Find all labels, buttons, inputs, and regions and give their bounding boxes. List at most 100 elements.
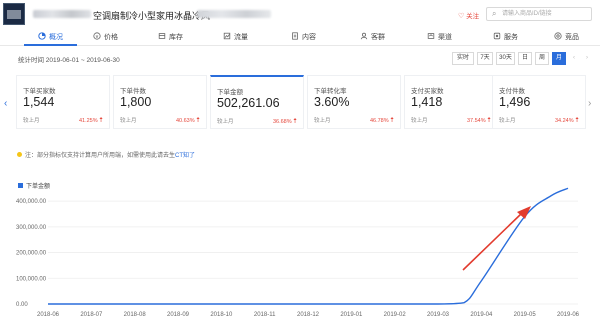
period-month-button[interactable]: 月: [552, 52, 566, 65]
metric-card-selected[interactable]: 下单金额 502,261.06 较上月 36.68% 🠅: [210, 75, 304, 129]
search-box[interactable]: ⌕: [486, 7, 592, 21]
chart-icon: [38, 32, 46, 40]
product-thumbnail[interactable]: [3, 3, 25, 25]
metric-change-value: 37.54%: [466, 118, 486, 124]
metric-value: 1,418: [411, 95, 443, 109]
metric-label: 支付件数: [499, 88, 525, 95]
heart-icon: ♡: [458, 13, 465, 20]
tab-channel[interactable]: 渠道: [427, 32, 452, 46]
tag-icon: ¥: [93, 32, 101, 40]
metric-change: 41.25% 🠅: [79, 116, 103, 127]
arrow-up-icon: 🠅: [575, 117, 579, 124]
y-tick-label: 300,000.00: [16, 225, 47, 231]
metric-change-value: 36.68%: [272, 119, 292, 125]
notice-text: 注：部分指标仅支持计算用户所用端，如需使用此请去生: [25, 153, 176, 159]
tab-competitor[interactable]: 竞品: [554, 32, 579, 46]
tab-price[interactable]: ¥ 价格: [93, 32, 118, 46]
line-chart: 0.00 100,000.00 200,000.00 300,000.00 400,00…: [16, 187, 580, 318]
arrow-up-icon: 🠅: [196, 117, 200, 124]
top-bar: 空调扇制冷小型家用冰晶冷风 ♡ 关注 ⌕: [0, 0, 600, 28]
svg-text:¥: ¥: [96, 34, 99, 40]
metric-label: 支付买家数: [411, 88, 444, 95]
metric-compare-label: 较上月: [314, 118, 331, 124]
tab-inventory[interactable]: 库存: [158, 32, 183, 46]
metric-value: 1,496: [499, 95, 531, 109]
metric-card[interactable]: 下单买家数 1,544 较上月 41.25% 🠅: [16, 75, 110, 129]
y-tick-label: 100,000.00: [16, 276, 47, 282]
x-tick-label: 2019-01: [340, 312, 363, 318]
follow-button[interactable]: ♡ 关注: [458, 10, 479, 20]
tab-bar: 概况 ¥ 价格 库存 流量 内容 客群 渠道 服务 竞品: [0, 30, 600, 46]
metrics-next-arrow[interactable]: ›: [588, 98, 591, 109]
date-row: 统计时间 2019-06-01 ~ 2019-06-30 实时 7天 30天 日…: [0, 50, 600, 68]
date-range: 统计时间 2019-06-01 ~ 2019-06-30: [18, 57, 120, 64]
x-tick-label: 2018-07: [80, 312, 103, 318]
metric-card[interactable]: 下单件数 1,800 较上月 40.63% 🠅: [113, 75, 207, 129]
metric-value: 1,800: [120, 95, 152, 109]
notice: 注：部分指标仅支持计算用户所用端，如需使用此请去生CT知了: [17, 150, 195, 159]
product-title: 空调扇制冷小型家用冰晶冷风: [93, 11, 211, 21]
info-dot-icon: [17, 152, 22, 157]
metric-change-value: 41.25%: [78, 118, 98, 124]
arrow-up-icon: 🠅: [390, 117, 394, 124]
metric-change: 34.24% 🠅: [555, 116, 579, 127]
metric-value: 1,544: [23, 95, 55, 109]
metric-change: 40.63% 🠅: [176, 116, 200, 127]
tab-label: 渠道: [438, 34, 452, 41]
period-30d-button[interactable]: 30天: [496, 52, 515, 65]
x-tick-label: 2019-06: [557, 312, 580, 318]
metric-card[interactable]: 下单转化率 3.60% 较上月 46.78% 🠅: [307, 75, 401, 129]
metric-change-value: 34.24%: [554, 118, 574, 124]
tab-label: 竞品: [565, 34, 579, 41]
metric-label: 下单金额: [217, 89, 243, 96]
prev-period-button[interactable]: ‹: [569, 52, 579, 65]
x-tick-label: 2018-12: [297, 312, 320, 318]
y-tick-label: 200,000.00: [16, 251, 47, 257]
document-icon: [292, 32, 298, 40]
period-day-button[interactable]: 日: [518, 52, 532, 65]
x-tick-label: 2018-06: [37, 312, 60, 318]
tab-audience[interactable]: 客群: [360, 32, 385, 46]
x-tick-label: 2019-04: [470, 312, 493, 318]
tab-content[interactable]: 内容: [291, 32, 316, 46]
tab-label: 流量: [234, 34, 248, 41]
period-realtime-button[interactable]: 实时: [452, 52, 474, 65]
notice-link[interactable]: CT知了: [175, 153, 195, 159]
tab-traffic[interactable]: 流量: [223, 32, 248, 46]
traffic-icon: [223, 32, 231, 40]
annotation-arrow: [462, 206, 531, 271]
metric-cards: 下单买家数 1,544 较上月 41.25% 🠅 下单件数 1,800 较上月 …: [0, 75, 600, 130]
next-period-button[interactable]: ›: [582, 52, 592, 65]
tab-overview[interactable]: 概况: [24, 32, 77, 46]
tab-label: 价格: [104, 34, 118, 41]
metric-card[interactable]: 支付件数 1,496 较上月 34.24% 🠅: [492, 75, 586, 129]
metric-compare-label: 较上月: [120, 118, 137, 124]
period-7d-button[interactable]: 7天: [477, 52, 493, 65]
channel-icon: [427, 33, 435, 39]
follow-label: 关注: [466, 13, 480, 20]
tab-service[interactable]: 服务: [493, 32, 518, 46]
x-tick-label: 2018-10: [210, 312, 233, 318]
x-tick-label: 2019-03: [427, 312, 450, 318]
metric-compare-label: 较上月: [499, 118, 516, 124]
users-icon: [360, 32, 368, 40]
x-tick-label: 2019-05: [514, 312, 537, 318]
x-tick-label: 2018-08: [124, 312, 147, 318]
blurred-title-suffix: [197, 10, 271, 18]
metric-card[interactable]: 支付买家数 1,418 较上月 37.54% 🠅: [404, 75, 498, 129]
search-input[interactable]: [502, 9, 590, 19]
y-tick-label: 400,000.00: [16, 199, 47, 205]
arrow-up-icon: 🠅: [487, 117, 491, 124]
metric-change: 36.68% 🠅: [273, 117, 297, 128]
service-icon: [493, 32, 501, 40]
x-tick-label: 2019-02: [384, 312, 407, 318]
period-week-button[interactable]: 周: [535, 52, 549, 65]
competitor-icon: [554, 32, 562, 40]
metric-change: 46.78% 🠅: [370, 116, 394, 127]
tab-label: 库存: [169, 34, 183, 41]
search-icon: ⌕: [492, 9, 497, 18]
x-tick-label: 2018-09: [167, 312, 190, 318]
metric-compare-label: 较上月: [23, 118, 40, 124]
metric-compare-label: 较上月: [411, 118, 428, 124]
series-line: [47, 187, 569, 305]
